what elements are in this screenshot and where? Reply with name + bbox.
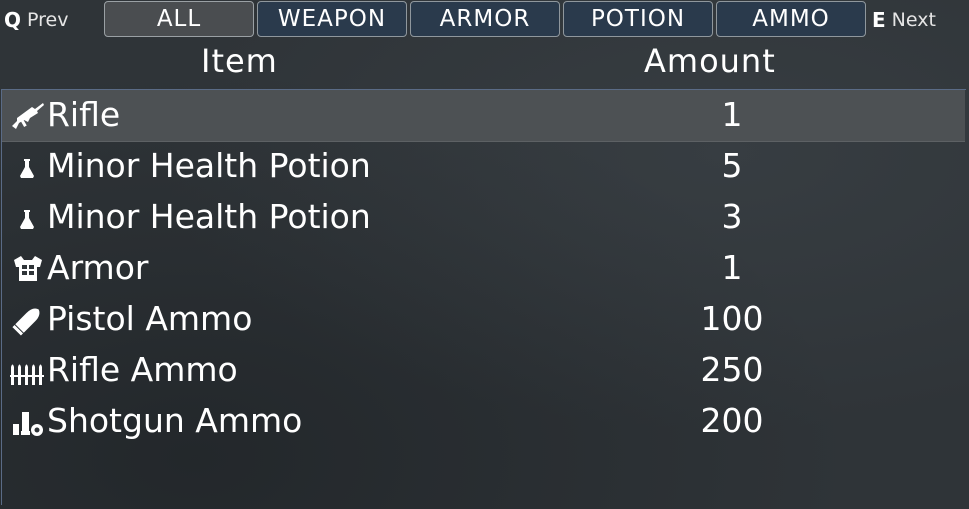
- item-name: Minor Health Potion: [47, 197, 371, 236]
- inventory-row[interactable]: Minor Health Potion 3: [2, 192, 965, 243]
- item-amount: 5: [721, 146, 743, 185]
- inventory-row[interactable]: Rifle 1: [2, 90, 965, 142]
- prev-category-hint[interactable]: Q Prev: [4, 6, 68, 34]
- potion-flask-icon: [10, 200, 46, 236]
- inventory-row[interactable]: Pistol Ammo 100: [2, 294, 965, 345]
- tab-weapon[interactable]: WEAPON: [257, 1, 407, 37]
- item-name: Rifle: [47, 95, 121, 134]
- armor-vest-icon: [10, 251, 46, 287]
- inventory-row[interactable]: Armor 1: [2, 243, 965, 294]
- item-name: Shotgun Ammo: [47, 401, 303, 440]
- item-name: Pistol Ammo: [47, 299, 253, 338]
- prev-label: Prev: [27, 9, 69, 31]
- q-key-icon: Q: [4, 8, 22, 32]
- item-amount: 1: [721, 95, 743, 134]
- item-name: Minor Health Potion: [47, 146, 371, 185]
- item-name: Rifle Ammo: [47, 350, 238, 389]
- tab-ammo[interactable]: AMMO: [716, 1, 866, 37]
- rifle-icon: [10, 98, 46, 134]
- category-bar: Q Prev ALL WEAPON ARMOR POTION AMMO E Ne…: [0, 0, 969, 40]
- inventory-list: Rifle 1 Minor Health Potion 5 Minor Heal…: [1, 89, 966, 505]
- item-amount: 250: [700, 350, 764, 389]
- pistol-bullet-icon: [10, 302, 46, 338]
- item-name: Armor: [47, 248, 149, 287]
- potion-flask-icon: [10, 149, 46, 185]
- tab-potion[interactable]: POTION: [563, 1, 713, 37]
- next-category-hint[interactable]: E Next: [872, 6, 936, 34]
- item-amount: 200: [700, 401, 764, 440]
- tab-armor[interactable]: ARMOR: [410, 1, 560, 37]
- item-amount: 1: [721, 248, 743, 287]
- item-amount: 3: [721, 197, 743, 236]
- column-header-amount: Amount: [644, 42, 776, 80]
- rifle-bullets-icon: [10, 353, 46, 389]
- column-header-item: Item: [201, 42, 278, 80]
- next-label: Next: [891, 9, 936, 31]
- item-amount: 100: [700, 299, 764, 338]
- inventory-row[interactable]: Shotgun Ammo 200: [2, 396, 965, 447]
- e-key-icon: E: [872, 8, 886, 32]
- inventory-row[interactable]: Rifle Ammo 250: [2, 345, 965, 396]
- tab-all[interactable]: ALL: [104, 1, 254, 37]
- shotgun-shells-icon: [10, 404, 46, 440]
- inventory-row[interactable]: Minor Health Potion 5: [2, 141, 965, 192]
